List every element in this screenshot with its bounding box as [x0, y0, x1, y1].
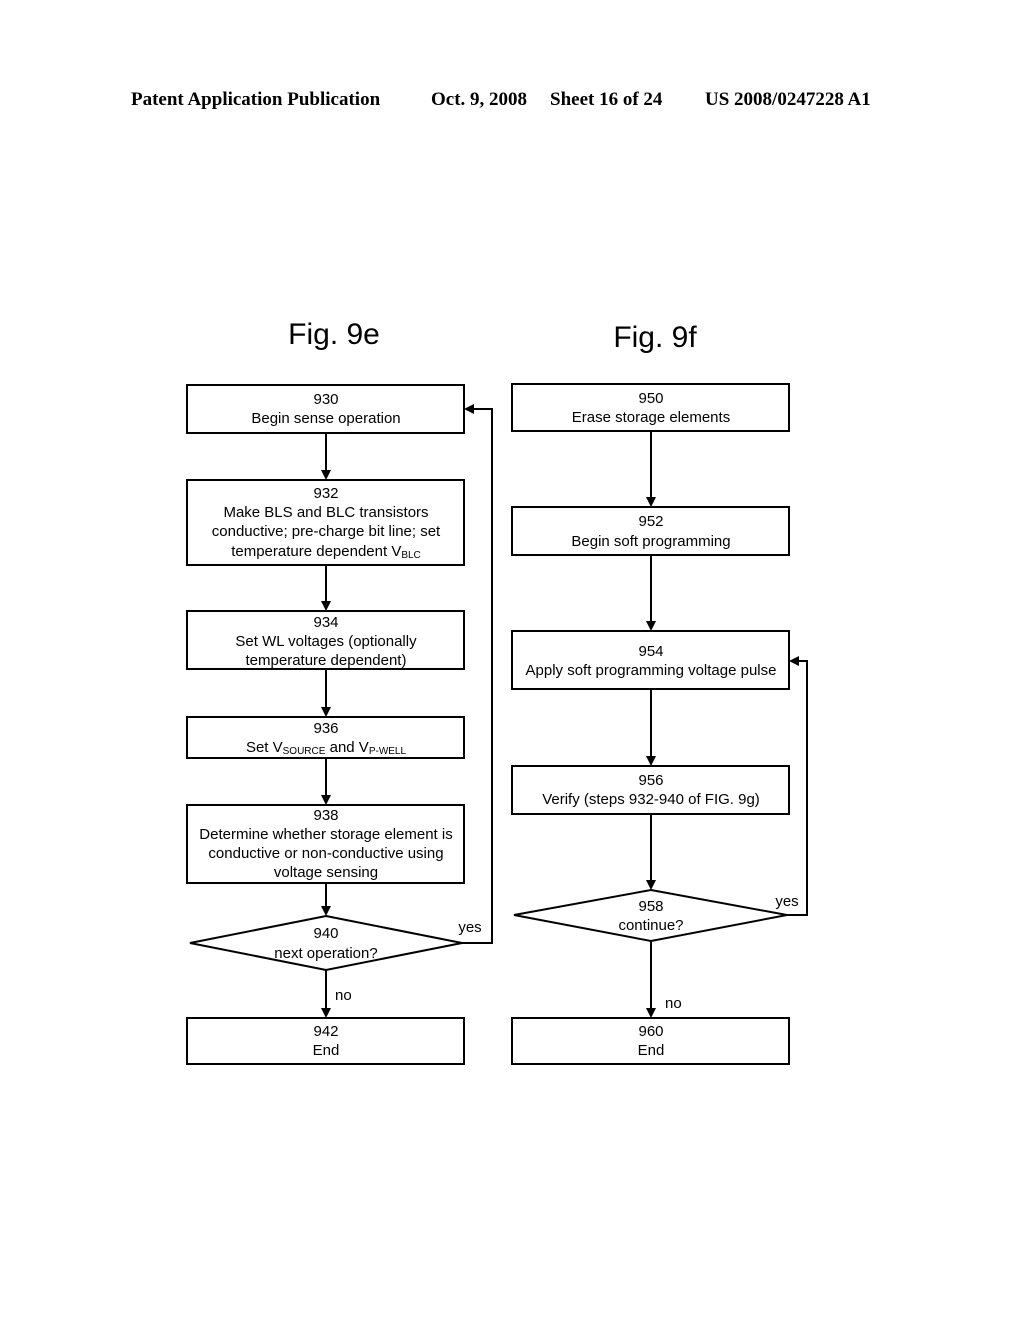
- flowchart-canvas: Fig. 9e 930 Begin sense operation 932 Ma…: [186, 318, 808, 1065]
- decision-958-no-label: no: [665, 995, 682, 1012]
- step-936-sub-source: SOURCE: [283, 746, 326, 757]
- decision-940-number: 940: [313, 925, 338, 942]
- step-932-line2: conductive; pre-charge bit line; set: [212, 523, 441, 540]
- step-936: 936 Set VSOURCE and VP-WELL: [186, 716, 465, 759]
- step-950-number: 950: [638, 390, 663, 407]
- step-932-line3: temperature dependent VBLC: [231, 543, 421, 561]
- step-934-number: 934: [313, 614, 338, 631]
- step-938-line1: Determine whether storage element is: [199, 826, 452, 843]
- step-936-sub-pwell: P-WELL: [369, 746, 407, 757]
- step-938-line3: voltage sensing: [274, 864, 378, 881]
- decision-940-no-label: no: [335, 987, 352, 1004]
- arrowhead-icon: [646, 880, 656, 890]
- arrowhead-icon: [789, 656, 799, 666]
- step-932-subscript: BLC: [401, 550, 420, 561]
- step-950-text: Erase storage elements: [572, 409, 730, 426]
- arrowhead-icon: [646, 1008, 656, 1018]
- decision-940: 940 next operation?: [189, 914, 463, 972]
- fig-9e-title: Fig. 9e: [288, 318, 380, 351]
- arrowhead-icon: [321, 601, 331, 611]
- step-942-number: 942: [313, 1023, 338, 1040]
- step-932-line3-main: temperature dependent V: [231, 543, 401, 560]
- decision-958-text: continue?: [618, 917, 683, 934]
- decision-958-yes-label: yes: [775, 893, 798, 910]
- step-930-text: Begin sense operation: [251, 410, 400, 427]
- step-932-line1: Make BLS and BLC transistors: [223, 504, 428, 521]
- step-930-number: 930: [313, 391, 338, 408]
- step-934-line2: temperature dependent): [246, 652, 407, 669]
- step-952-text: Begin soft programming: [571, 533, 730, 550]
- step-956: 956 Verify (steps 932-940 of FIG. 9g): [511, 765, 790, 815]
- arrowhead-icon: [321, 470, 331, 480]
- arrowhead-icon: [646, 756, 656, 766]
- arrowhead-icon: [321, 707, 331, 717]
- fig-9f-title: Fig. 9f: [613, 321, 697, 354]
- step-956-number: 956: [638, 772, 663, 789]
- step-956-text: Verify (steps 932-940 of FIG. 9g): [542, 791, 760, 808]
- step-934-line1: Set WL voltages (optionally: [235, 633, 417, 650]
- step-938: 938 Determine whether storage element is…: [186, 804, 465, 884]
- fig-9f: Fig. 9f 950 Erase storage elements 952 B…: [511, 321, 808, 1065]
- step-942-text: End: [313, 1042, 340, 1059]
- step-960-number: 960: [638, 1023, 663, 1040]
- step-942: 942 End: [186, 1017, 465, 1065]
- step-954-number: 954: [638, 643, 663, 660]
- arrowhead-icon: [646, 621, 656, 631]
- arrowhead-icon: [464, 404, 474, 414]
- step-954-box: [511, 630, 790, 690]
- step-930: 930 Begin sense operation: [186, 384, 465, 434]
- step-950: 950 Erase storage elements: [511, 383, 790, 432]
- step-952-number: 952: [638, 513, 663, 530]
- step-934: 934 Set WL voltages (optionally temperat…: [186, 610, 465, 670]
- decision-958-number: 958: [638, 898, 663, 915]
- step-932: 932 Make BLS and BLC transistors conduct…: [186, 479, 465, 566]
- step-954: 954 Apply soft programming voltage pulse: [511, 630, 790, 690]
- step-936-mid: and V: [325, 739, 368, 756]
- fig-9e: Fig. 9e 930 Begin sense operation 932 Ma…: [186, 318, 493, 1065]
- loop-yes-940-930: [462, 408, 493, 944]
- step-938-number: 938: [313, 807, 338, 824]
- arrowhead-icon: [321, 1008, 331, 1018]
- step-954-text: Apply soft programming voltage pulse: [526, 662, 777, 679]
- step-932-number: 932: [313, 485, 338, 502]
- step-936-pre: Set V: [246, 739, 283, 756]
- decision-958: 958 continue?: [513, 888, 788, 943]
- arrowhead-icon: [321, 795, 331, 805]
- decision-940-yes-label: yes: [458, 919, 481, 936]
- arrowhead-icon: [646, 497, 656, 507]
- step-960: 960 End: [511, 1017, 790, 1065]
- arrowhead-icon: [321, 906, 331, 916]
- step-936-number: 936: [313, 720, 338, 737]
- step-952: 952 Begin soft programming: [511, 506, 790, 556]
- decision-940-text: next operation?: [274, 945, 377, 962]
- step-960-text: End: [638, 1042, 665, 1059]
- step-938-line2: conductive or non-conductive using: [208, 845, 443, 862]
